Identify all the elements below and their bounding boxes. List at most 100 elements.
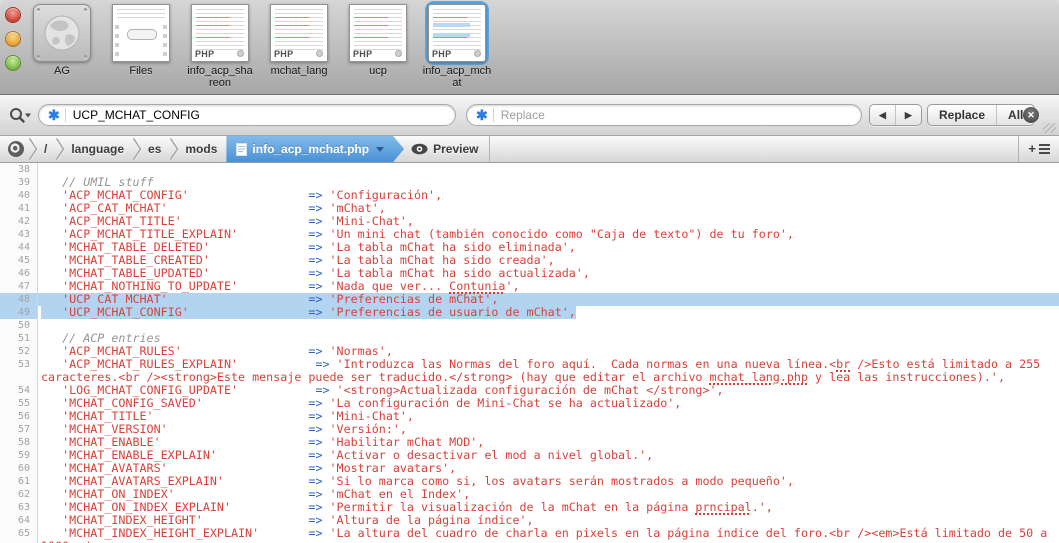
code-line[interactable]: 49 'UCP_MCHAT_CONFIG' => 'Preferencias d… <box>0 305 1059 319</box>
line-number: 63 <box>0 501 38 514</box>
code-value-string: .', <box>751 500 773 514</box>
globe-icon <box>44 15 80 51</box>
code-key-string: 'MCHAT_ON_INDEX' <box>41 487 175 501</box>
code-key-string: 'LOG_MCHAT_CONFIG_UPDATE' <box>41 383 239 397</box>
code-value-string: 'Introduzca las Normas del foro aquí. Ca… <box>329 357 837 371</box>
code-operator: => <box>315 383 330 397</box>
code-plain <box>259 526 308 540</box>
code-value-string: 'Si lo marca como si, los avatars serán … <box>322 474 794 488</box>
code-line[interactable]: 65 'MCHAT_INDEX_HEIGHT_EXPLAIN' => 'La a… <box>0 527 1059 540</box>
line-number: 58 <box>0 436 38 449</box>
php-document-thumbnail: PHP <box>349 4 407 62</box>
find-next-button[interactable]: ▶ <box>894 105 921 125</box>
code-value-string: 1000.</em> <box>41 539 111 543</box>
code-operator: => <box>308 188 323 202</box>
code-plain <box>210 253 309 267</box>
code-plain <box>238 357 315 371</box>
search-options-menu[interactable] <box>8 107 34 124</box>
misspelled-word: mchat_lang.php <box>709 370 808 384</box>
code-value-string: '<strong>Actualizada configuración de mC… <box>329 383 724 397</box>
tab-label: info_acp_mch at <box>422 65 492 89</box>
line-number: 47 <box>0 280 38 293</box>
tab-thumbnail[interactable]: PHP <box>191 4 249 62</box>
tab-thumbnail[interactable] <box>33 4 91 62</box>
file-menu-caret-icon <box>376 147 384 152</box>
line-number: 60 <box>0 462 38 475</box>
tab-thumbnail[interactable]: PHP <box>270 4 328 62</box>
code-value-string: 'Mini-Chat', <box>322 409 414 423</box>
code-operator: => <box>308 266 323 280</box>
line-number: 64 <box>0 514 38 527</box>
magnifier-icon <box>10 108 31 123</box>
minimize-window-button[interactable] <box>5 31 21 47</box>
wildcard-icon[interactable]: ✱ <box>48 107 60 124</box>
code-value-string: caracteres.<br /><strong>Este mensaje pu… <box>41 370 710 384</box>
tab-info-acp-shareon[interactable]: PHP info_acp_sha reon <box>185 4 255 89</box>
code-comment: // ACP entries <box>41 331 161 345</box>
search-input[interactable] <box>72 108 455 122</box>
resize-grip[interactable] <box>1043 123 1056 133</box>
tab-info-acp-mchat[interactable]: PHP info_acp_mch at <box>422 4 492 89</box>
code-plain <box>189 305 309 319</box>
code-value-string: 'mChat en el Index', <box>322 487 471 501</box>
code-operator: => <box>308 500 323 514</box>
code-key-string: 'MCHAT_ENABLE' <box>41 435 161 449</box>
thumbnail-code-lines <box>196 9 244 51</box>
replace-input[interactable] <box>500 108 861 122</box>
tab-ag[interactable]: AG <box>27 4 97 89</box>
code-plain <box>161 435 309 449</box>
tab-ucp[interactable]: PHP ucp <box>343 4 413 89</box>
breadcrumb-item-root[interactable]: / <box>39 136 54 162</box>
code-plain <box>182 344 309 358</box>
thumbnail-button-shape <box>127 29 157 40</box>
close-window-button[interactable] <box>5 7 21 23</box>
thumbnail-code-lines <box>275 9 323 51</box>
code-plain <box>168 201 309 215</box>
code-operator: => <box>308 409 323 423</box>
path-bar: / language es mods info_acp_mchat.php Previ… <box>0 136 1059 163</box>
code-value-string: 'Normas', <box>322 344 393 358</box>
code-value-string: ', <box>505 279 520 293</box>
line-number: 46 <box>0 267 38 280</box>
tab-thumbnail[interactable] <box>112 4 170 62</box>
replace-field[interactable]: ✱ <box>466 104 862 126</box>
code-line[interactable]: 38 <box>0 163 1059 176</box>
zoom-window-button[interactable] <box>5 55 21 71</box>
breadcrumb-item-es[interactable]: es <box>143 136 168 162</box>
breadcrumb-current-file[interactable]: info_acp_mchat.php <box>226 136 404 162</box>
line-number: 45 <box>0 254 38 267</box>
code-editor[interactable]: 38 39 // UMIL stuff 40 'ACP_MCHAT_CONFIG' … <box>0 163 1059 543</box>
code-operator: => <box>308 487 323 501</box>
breadcrumb-item-language[interactable]: language <box>66 136 131 162</box>
code-operator: => <box>308 448 323 462</box>
code-value-string: 'Nada que ver... <box>322 279 450 293</box>
code-key-string: 'MCHAT_ON_INDEX_EXPLAIN' <box>41 500 231 514</box>
preview-button[interactable]: Preview <box>404 136 489 162</box>
search-field[interactable]: ✱ <box>38 104 456 126</box>
breadcrumb-item-mods[interactable]: mods <box>180 136 224 162</box>
code-plain <box>175 487 309 501</box>
window-controls <box>5 7 21 71</box>
tab-thumbnail[interactable]: PHP <box>428 4 486 62</box>
document-tabs: AG Files PHP info_acp_sha reon PHP mchat_lang… <box>27 4 492 89</box>
php-document-thumbnail: PHP <box>191 4 249 62</box>
tab-mchat-lang[interactable]: PHP mchat_lang <box>264 4 334 89</box>
find-previous-button[interactable]: ◀ <box>870 105 895 125</box>
replace-button[interactable]: Replace <box>928 105 996 125</box>
tab-files[interactable]: Files <box>106 4 176 89</box>
wildcard-icon[interactable]: ✱ <box>476 107 488 124</box>
line-number: 49 <box>0 306 38 319</box>
code-plain <box>189 188 309 202</box>
tab-thumbnail[interactable]: PHP <box>349 4 407 62</box>
close-find-bar-button[interactable]: ✕ <box>1023 107 1039 123</box>
code-operator: => <box>308 305 323 319</box>
code-operator: => <box>308 214 323 228</box>
code-operator: => <box>308 292 323 306</box>
code-key-string: 'MCHAT_AVATARS' <box>41 461 168 475</box>
code-plain <box>168 422 309 436</box>
site-root-icon[interactable] <box>7 140 25 158</box>
code-value-string: 'Mostrar avatars', <box>322 461 457 475</box>
line-number: 56 <box>0 410 38 423</box>
code-key-string: 'MCHAT_CONFIG_SAVED' <box>41 396 203 410</box>
add-split-button[interactable]: + <box>1019 136 1059 162</box>
